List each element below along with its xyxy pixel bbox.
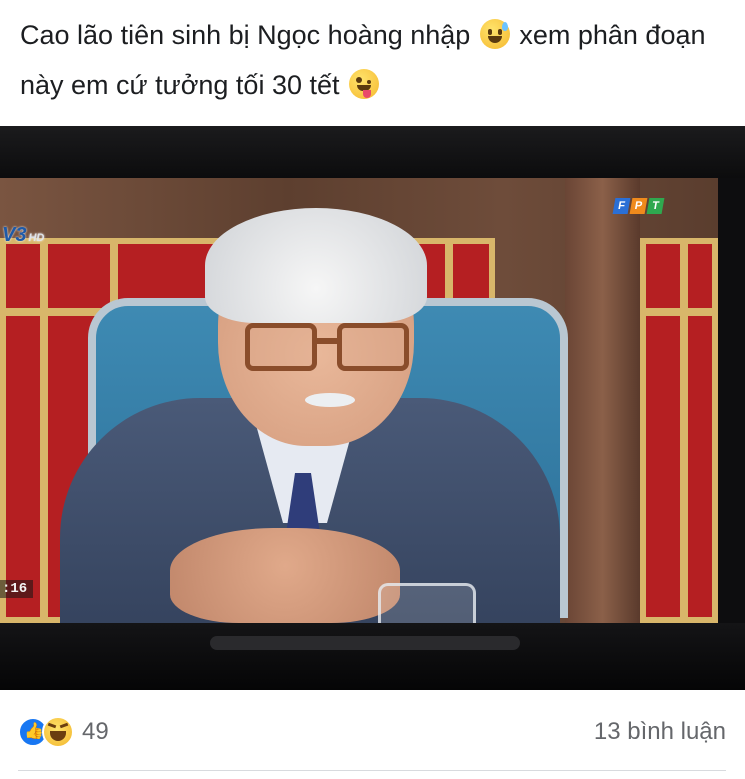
tv-stand (210, 636, 520, 650)
divider (18, 770, 726, 771)
man-hair (205, 208, 427, 323)
time-badge: :16 (0, 580, 34, 598)
reaction-icons[interactable]: 49 (18, 716, 109, 748)
water-glass (378, 583, 476, 623)
post-photo[interactable]: V3 HD F P T :16 (0, 126, 745, 690)
provider-logo-letter: T (646, 198, 665, 214)
sweat-smile-emoji-icon (479, 19, 510, 49)
clasped-hands (170, 528, 400, 623)
glasses (245, 323, 410, 375)
zany-face-emoji-icon (349, 69, 380, 99)
reactions-bar: 49 13 bình luận (18, 712, 726, 752)
wooden-pillar (565, 178, 640, 623)
lattice-bar (640, 308, 718, 316)
tv-screen: V3 HD F P T :16 (0, 178, 718, 623)
caption-text-1: Cao lão tiên sinh bị Ngọc hoàng nhập (20, 20, 471, 50)
reaction-count[interactable]: 49 (82, 718, 109, 746)
lattice-bar (680, 238, 688, 623)
comments-count-link[interactable]: 13 bình luận (594, 718, 726, 746)
provider-logo: F P T (612, 198, 665, 214)
post-caption: Cao lão tiên sinh bị Ngọc hoàng nhập xem… (20, 10, 725, 110)
lattice-bar (40, 238, 48, 623)
haha-icon[interactable] (42, 716, 74, 748)
red-lattice-panel-right (640, 238, 718, 623)
provider-logo-letter: F (612, 198, 631, 214)
moustache (305, 393, 355, 407)
provider-logo-letter: P (629, 198, 648, 214)
tv-bezel-bottom (0, 623, 745, 690)
tv-bezel-top (0, 126, 745, 178)
channel-logo: V3 HD (2, 224, 45, 246)
